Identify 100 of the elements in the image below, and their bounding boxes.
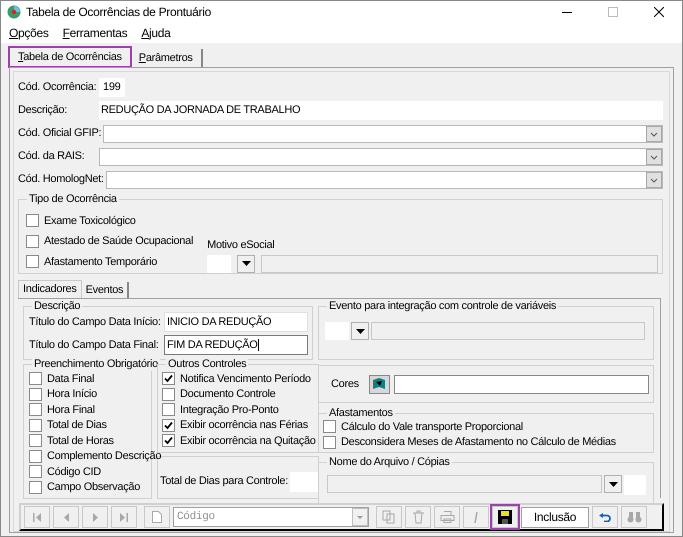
chevron-down-icon [646,126,662,142]
combo-box[interactable] [106,170,663,188]
mode-indicator: Inclusão [521,506,589,528]
book-icon [372,378,386,390]
checkbox-label: Atestado de Saúde Ocupacional [44,234,194,249]
undo-button[interactable] [592,506,618,528]
field-label: Cód. da RAIS: [18,149,86,164]
group-title: Tipo de Ocorrência [27,192,119,206]
text-cursor [258,339,259,351]
field-label: Cód. HomologNet: [18,172,105,188]
checkbox[interactable] [26,255,39,268]
document-icon [152,511,162,523]
dropdown-arrow-icon [608,482,618,486]
input-field[interactable]: FIM DA REDUÇÃO [164,335,308,355]
next-record-icon [92,512,98,522]
menu-item[interactable]: Opções [5,24,53,42]
checkbox-label: Documento Controle [180,387,276,402]
dropdown-button[interactable] [351,322,369,340]
checkbox[interactable] [29,372,42,386]
field-label: Total de Dias para Controle: [160,474,288,490]
checkbox[interactable] [29,434,42,448]
checkbox[interactable] [162,388,175,401]
save-button[interactable] [492,506,518,528]
menu-item[interactable]: Ajuda [137,24,175,42]
checkbox-label: Notifica Vencimento Período [180,372,311,386]
printer-icon [440,511,454,523]
dropdown-button[interactable] [237,254,256,272]
dropdown-arrow-icon [242,261,251,266]
combo-box[interactable] [103,124,663,142]
tab[interactable]: Parâmetros [130,49,203,67]
checkbox-label: Hora Final [47,402,95,418]
checkbox-label: Complemento Descrição [47,449,162,464]
checkbox-label: Código CID [47,464,101,480]
checkbox[interactable] [29,450,42,463]
dropdown-arrow-icon [356,328,364,334]
app-icon [7,5,21,19]
checkbox-label: Exame Toxicológico [44,214,136,228]
field-label: Motivo eSocial [207,238,276,253]
field-label: Título do Campo Data Início: [29,314,162,330]
tab[interactable]: Indicadores [18,280,82,298]
checkbox-label: Cálculo do Vale transporte Proporcional [341,420,523,434]
code-field[interactable]: 199 [99,78,125,97]
checkbox-label: Total de Dias [47,418,107,433]
checkbox[interactable] [162,403,175,416]
checkbox[interactable] [29,418,42,432]
undo-icon [599,512,611,522]
group-title: Evento para integração com controle de variáveis [327,299,558,313]
checkbox-label: Data Final [47,372,94,386]
checkbox-label: Desconsidera Meses de Afastamento no Cálculo de Médias [341,435,616,450]
first-record-icon [33,512,41,522]
checkbox[interactable] [29,480,42,494]
field-label: Cores [331,376,359,392]
previous-record-icon [64,512,68,522]
checkbox[interactable] [162,434,175,448]
checkbox[interactable] [29,388,42,401]
checkbox[interactable] [162,372,175,386]
binoculars-icon [626,511,642,523]
input-field[interactable] [207,254,232,272]
checkbox[interactable] [29,465,42,478]
checkbox[interactable] [26,214,39,228]
italic-icon [472,512,480,522]
checkbox[interactable] [26,234,39,248]
group-title: Preenchimento Obrigatório [32,357,160,371]
save-icon [498,510,512,524]
maximize-icon [608,7,618,17]
group-title: Nome do Arquivo / Cópias [327,455,452,469]
description-field[interactable]: REDUÇÃO DA JORNADA DE TRABALHO [99,101,663,120]
color-picker-button[interactable] [368,374,390,394]
field-label: Cód. Oficial GFIP: [18,126,102,142]
checkbox-label: Exibir ocorrência nas Férias [180,418,308,433]
input-field[interactable]: INICIO DA REDUÇÃO [164,312,308,332]
color-field[interactable] [394,374,649,394]
checkbox[interactable] [323,420,336,434]
tab[interactable]: Tabela de Ocorrências [9,47,131,67]
window-title: Tabela de Ocorrências de Prontuário [26,4,211,21]
input-field[interactable] [290,472,318,492]
checkbox[interactable] [323,436,336,449]
field-label: Descrição: [18,103,68,118]
checkbox[interactable] [29,403,42,416]
checkbox-label: Afastamento Temporário [44,254,158,270]
checkbox-label: Integração Pro-Ponto [180,402,279,418]
close-icon [654,7,664,17]
chevron-down-icon [646,148,662,164]
dropdown-button[interactable] [604,475,622,493]
tab[interactable]: Eventos [82,282,130,298]
group-title: Descrição [32,299,82,313]
documents-icon [382,510,396,524]
checkbox-label: Hora Início [47,387,97,402]
placeholder-text: Código [177,510,215,525]
checkbox-label: Total de Horas [47,434,114,448]
field-label: Cód. Ocorrência: [18,80,98,96]
checkbox[interactable] [162,418,175,432]
checkbox-label: Campo Observação [47,480,140,495]
chevron-down-icon [646,172,662,188]
combo-box[interactable] [99,148,663,166]
menu-item[interactable]: Ferramentas [58,24,132,42]
field-label: Título do Campo Data Final: [29,338,160,353]
checkbox-label: Exibir ocorrência na Quitação [180,434,316,448]
last-record-icon [120,512,128,522]
trash-icon [412,510,424,524]
